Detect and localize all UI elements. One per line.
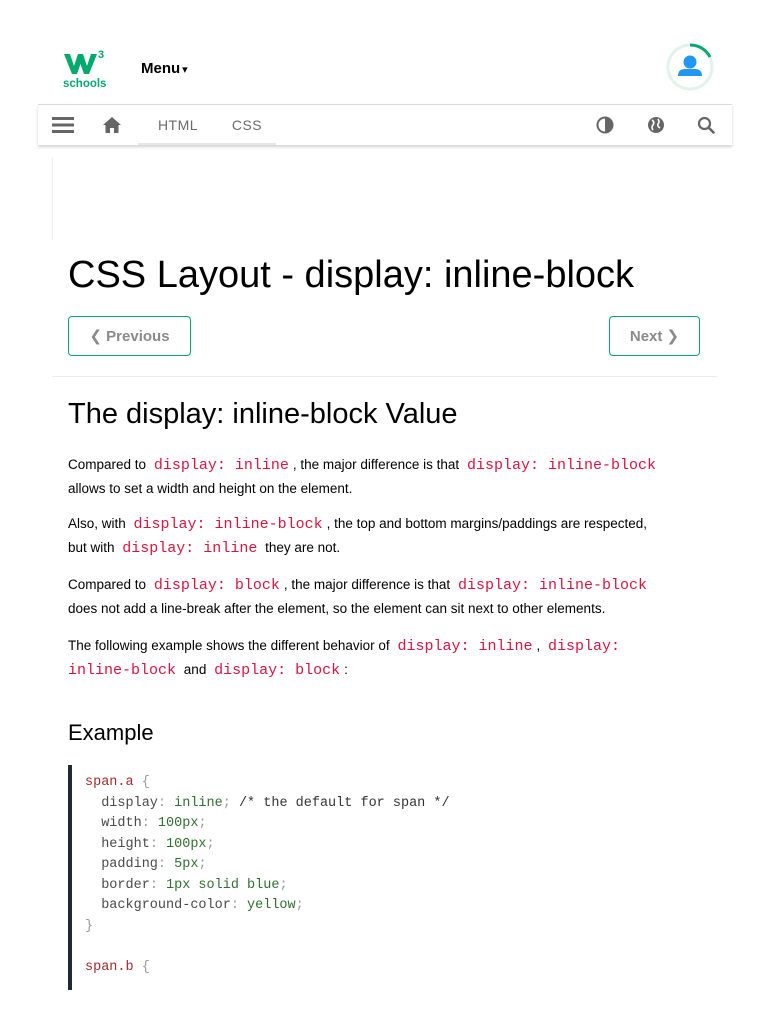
code-line: border: 1px solid blue; <box>85 876 698 897</box>
code-token: padding <box>85 857 158 872</box>
caret-down-icon: ▾ <box>182 64 188 76</box>
code-token: 100px <box>157 816 199 831</box>
code-line: span.b { <box>85 958 698 979</box>
code-inline: display: inline <box>397 638 533 655</box>
globe-icon[interactable] <box>644 113 668 137</box>
code-inline: display: <box>548 638 621 655</box>
page: 3 schools Menu ▾ HTML CSS CSS Layout - d… <box>38 0 732 1024</box>
text: , the major difference is that <box>292 457 460 472</box>
code-token: 1px solid blue <box>166 877 280 893</box>
text: Compared to <box>68 457 147 472</box>
code-token: : <box>157 795 175 811</box>
menu-label: Menu <box>141 60 181 77</box>
code-token: ; <box>206 836 215 852</box>
nav-bar: HTML CSS <box>38 104 732 145</box>
menu-button[interactable]: Menu ▾ <box>141 60 188 77</box>
ad-placeholder <box>52 158 53 240</box>
page-title: CSS Layout - display: inline-block <box>68 254 635 296</box>
code-token: border <box>85 877 150 893</box>
top-bar: 3 schools Menu ▾ <box>38 0 732 104</box>
previous-button[interactable]: ❮ Previous <box>68 316 191 356</box>
paragraph-2: Also, with display: inline-block, the to… <box>68 512 708 560</box>
text: , <box>536 638 541 653</box>
code-inline: display: block <box>153 577 280 594</box>
section-title: The display: inline-block Value <box>68 398 458 430</box>
paragraph-3: Compared to display: block, the major di… <box>68 573 708 620</box>
menu-icon[interactable] <box>51 113 75 137</box>
tab-html-label: HTML <box>157 117 199 133</box>
text: and <box>183 662 207 677</box>
svg-text:schools: schools <box>63 78 106 90</box>
code-token: inline <box>174 795 223 811</box>
search-icon[interactable] <box>694 113 718 137</box>
code-line: background-color: yellow; <box>85 896 698 917</box>
code-inline: display: inline-block <box>466 457 656 474</box>
next-button[interactable]: Next ❯ <box>609 316 700 356</box>
home-icon[interactable] <box>100 113 124 137</box>
code-token: 100px <box>166 836 207 852</box>
code-line: display: inline; /* the default for span… <box>85 794 698 815</box>
tab-css[interactable]: CSS <box>218 105 276 145</box>
paragraph-4: The following example shows the differen… <box>68 634 708 682</box>
code-inline: display: inline-block <box>457 577 647 594</box>
code-token: width <box>85 816 142 831</box>
text: The following example shows the differen… <box>68 638 390 653</box>
code-token: : <box>149 836 167 852</box>
code-line: padding: 5px; <box>85 855 698 876</box>
code-token: display <box>85 795 158 811</box>
code-token: ; <box>198 816 207 831</box>
text: , the major difference is that <box>283 577 451 592</box>
contrast-icon[interactable] <box>593 113 617 137</box>
text: does not add a line-break after the elem… <box>68 601 606 616</box>
text: Compared to <box>68 577 147 592</box>
code-inline: inline-block <box>68 662 177 679</box>
code-inline: display: inline-block <box>133 516 323 533</box>
code-token: background-color <box>85 898 231 913</box>
code-example[interactable]: span.a { display: inline; /* the default… <box>68 765 698 990</box>
divider <box>52 376 717 377</box>
paragraph-1: Compared to display: inline, the major d… <box>68 453 708 500</box>
code-token: ; <box>279 877 288 893</box>
code-token: span.b <box>85 959 134 975</box>
code-line: span.a { <box>85 773 698 794</box>
code-line: height: 100px; <box>85 835 698 856</box>
w3schools-logo[interactable]: 3 schools <box>62 46 112 92</box>
code-token: ; <box>222 795 231 811</box>
code-token: ; <box>198 857 207 872</box>
example-heading: Example <box>68 720 154 745</box>
code-inline: display: inline <box>122 540 258 557</box>
code-token: : <box>149 877 167 893</box>
svg-text:3: 3 <box>98 49 104 61</box>
user-avatar[interactable] <box>664 41 716 93</box>
code-token: yellow <box>247 898 296 913</box>
code-token: : <box>230 898 248 913</box>
tab-css-label: CSS <box>231 117 263 133</box>
text: but with <box>68 540 115 555</box>
code-token: : <box>141 816 158 831</box>
code-inline: display: inline <box>153 457 289 474</box>
text: they are not. <box>265 540 341 555</box>
code-inline: display: block <box>214 662 341 679</box>
code-token: : <box>157 857 175 872</box>
text: , the top and bottom margins/paddings ar… <box>326 516 648 531</box>
code-token: } <box>85 918 94 934</box>
code-token: ; <box>295 898 304 913</box>
code-line: width: 100px; <box>85 814 698 835</box>
tab-html[interactable]: HTML <box>138 105 218 145</box>
code-token: { <box>133 775 150 790</box>
text: allows to set a width and height on the … <box>68 481 353 496</box>
text: : <box>344 662 348 677</box>
code-token: height <box>85 836 150 852</box>
code-line: } <box>85 917 698 938</box>
code-token: 5px <box>174 857 199 872</box>
code-token: { <box>133 959 150 975</box>
code-token: span.a <box>85 775 134 790</box>
code-token: /* the default for span */ <box>230 795 450 811</box>
text: Also, with <box>68 516 126 531</box>
